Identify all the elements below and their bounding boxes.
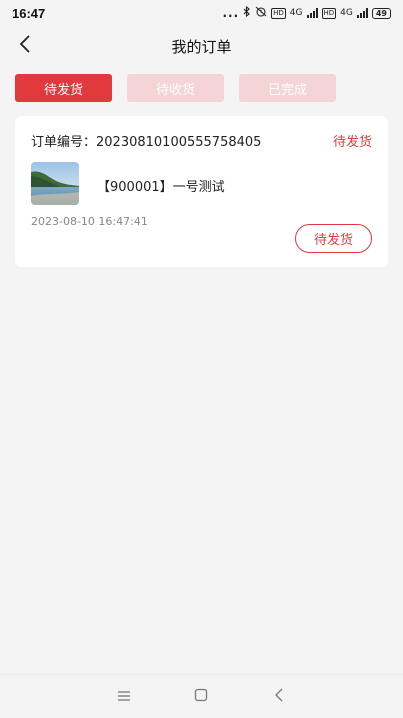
order-number: 订单编号：20230810100555758405 (31, 135, 262, 150)
status-icons: ... HD 4G HD 4G 49 (222, 5, 391, 20)
system-nav-bar (0, 674, 403, 718)
order-card[interactable]: 订单编号：20230810100555758405 待发货 【900001】一号… (15, 116, 388, 267)
status-bar: 16:47 ... HD 4G HD 4G 49 (0, 0, 403, 26)
tab-completed[interactable]: 已完成 (239, 74, 336, 102)
status-dots: ... (222, 6, 240, 20)
nav-bar: 我的订单 (0, 26, 403, 66)
product-name: 【900001】一号测试 (97, 180, 225, 195)
order-tabs: 待发货 待收货 已完成 (15, 74, 336, 102)
order-time: 2023-08-10 16:47:41 (31, 215, 148, 228)
alarm-icon (255, 6, 267, 20)
hd-badge-2: HD (321, 7, 337, 19)
network-type-2: 4G (340, 8, 353, 18)
chevron-left-icon (19, 35, 31, 57)
home-square-icon (194, 687, 208, 706)
signal-icon-1 (306, 8, 318, 18)
menu-icon (117, 687, 131, 706)
hd-badge-1: HD (271, 7, 286, 19)
battery-icon: 49 (371, 7, 391, 19)
system-back-button[interactable] (267, 685, 291, 709)
network-type-1: 4G (289, 8, 303, 18)
order-action-button[interactable]: 待发货 (295, 224, 372, 253)
product-thumbnail (31, 162, 79, 205)
back-arrow-icon (274, 687, 284, 706)
back-button[interactable] (14, 35, 36, 57)
tab-pending-shipment[interactable]: 待发货 (15, 74, 112, 102)
signal-icon-2 (356, 8, 368, 18)
home-button[interactable] (189, 685, 213, 709)
menu-button[interactable] (112, 685, 136, 709)
status-time: 16:47 (12, 5, 46, 21)
bluetooth-icon (243, 5, 251, 20)
order-status: 待发货 (332, 135, 372, 150)
page-title: 我的订单 (171, 37, 232, 56)
tab-pending-receipt[interactable]: 待收货 (127, 74, 224, 102)
